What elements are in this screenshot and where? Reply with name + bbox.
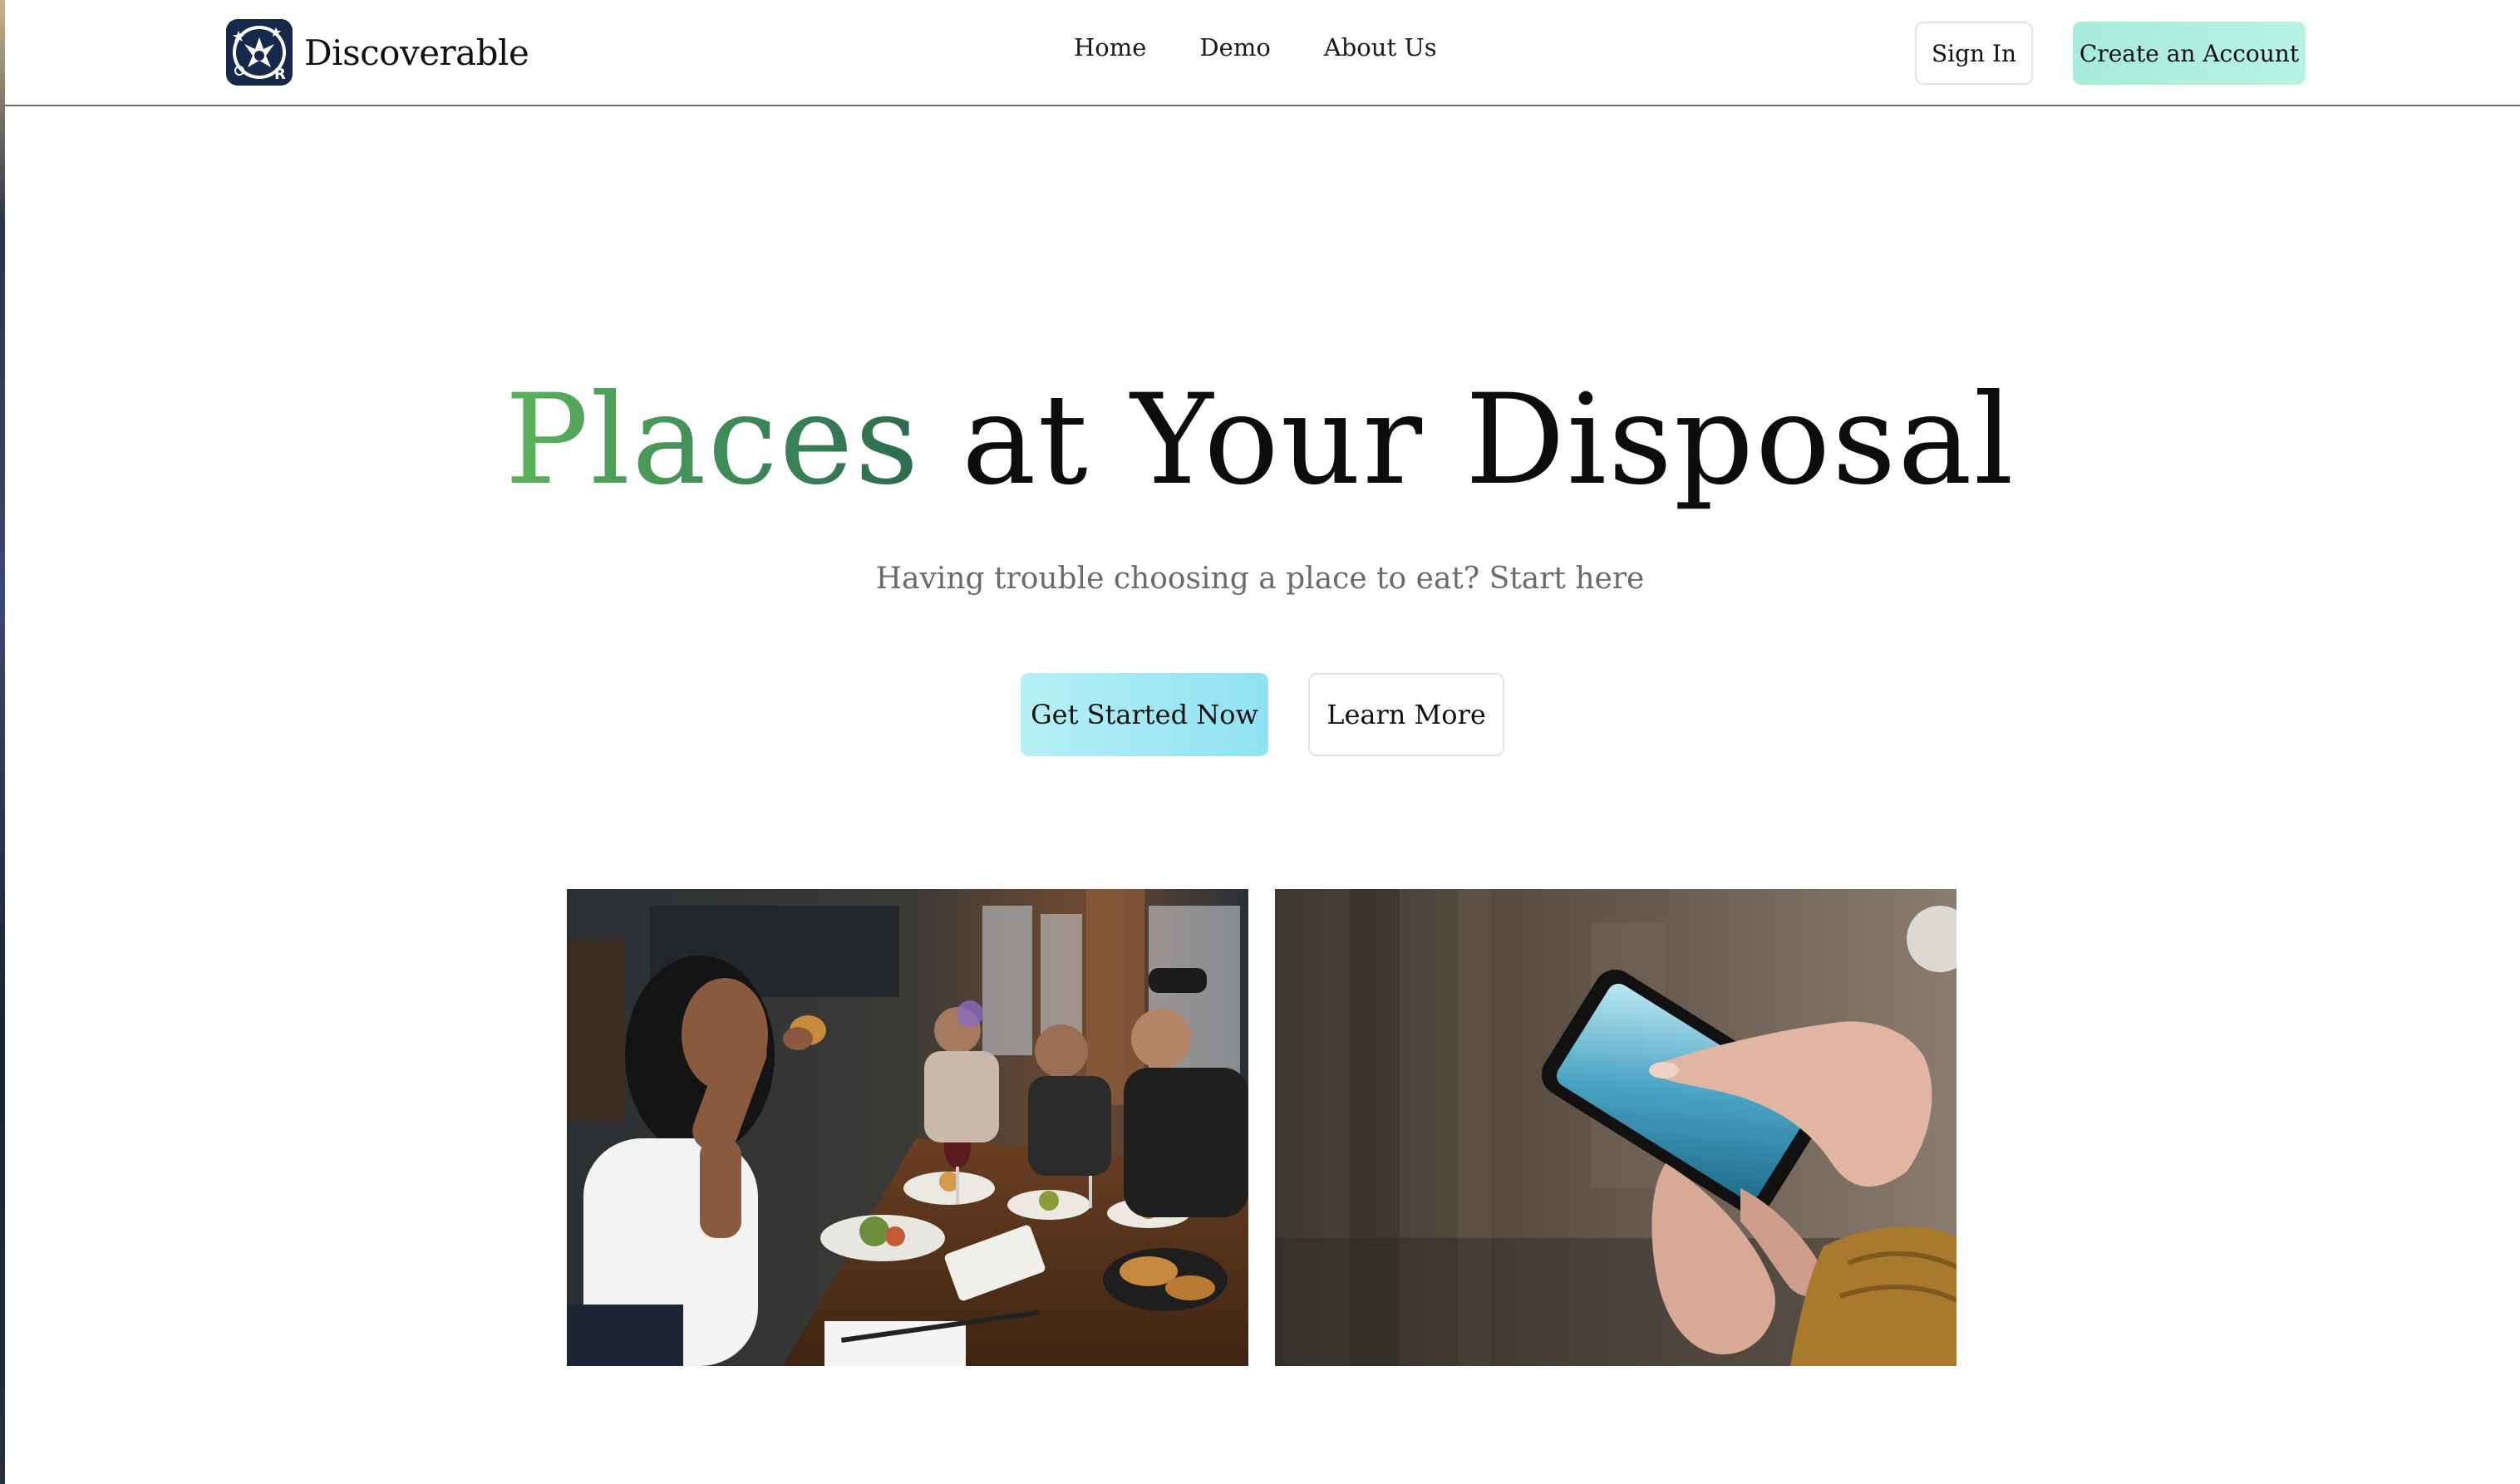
hero-actions: Get Started Now Learn More [1021,673,1504,756]
create-account-button[interactable]: Create an Account [2073,22,2306,85]
brand-name: Discoverable [304,32,529,73]
brand[interactable]: R Discoverable [226,18,529,86]
site-header: R Discoverable Home Demo About Us Sign I… [5,0,2520,106]
hero-subtitle: Having trouble choosing a place to eat? … [875,562,1645,596]
learn-more-button[interactable]: Learn More [1308,673,1504,756]
nav-home[interactable]: Home [1074,33,1146,61]
svg-text:R: R [274,66,286,83]
get-started-button[interactable]: Get Started Now [1021,673,1268,756]
main-nav: Home Demo About Us [1074,33,1437,61]
nav-about-us[interactable]: About Us [1324,33,1437,61]
restaurant-dining-photo [567,889,1248,1366]
hero-title: Places at Your Disposal [0,366,2520,515]
page: R Discoverable Home Demo About Us Sign I… [0,0,2520,1484]
hero-title-rest: at Your Disposal [962,368,2016,513]
nav-demo[interactable]: Demo [1199,33,1270,61]
sign-in-button[interactable]: Sign In [1915,22,2033,85]
smartphone-in-hands-photo [1275,889,1956,1366]
hero-title-accent: Places [504,368,921,513]
discoverable-logo-icon: R [226,19,293,86]
window-edge [0,0,5,1484]
